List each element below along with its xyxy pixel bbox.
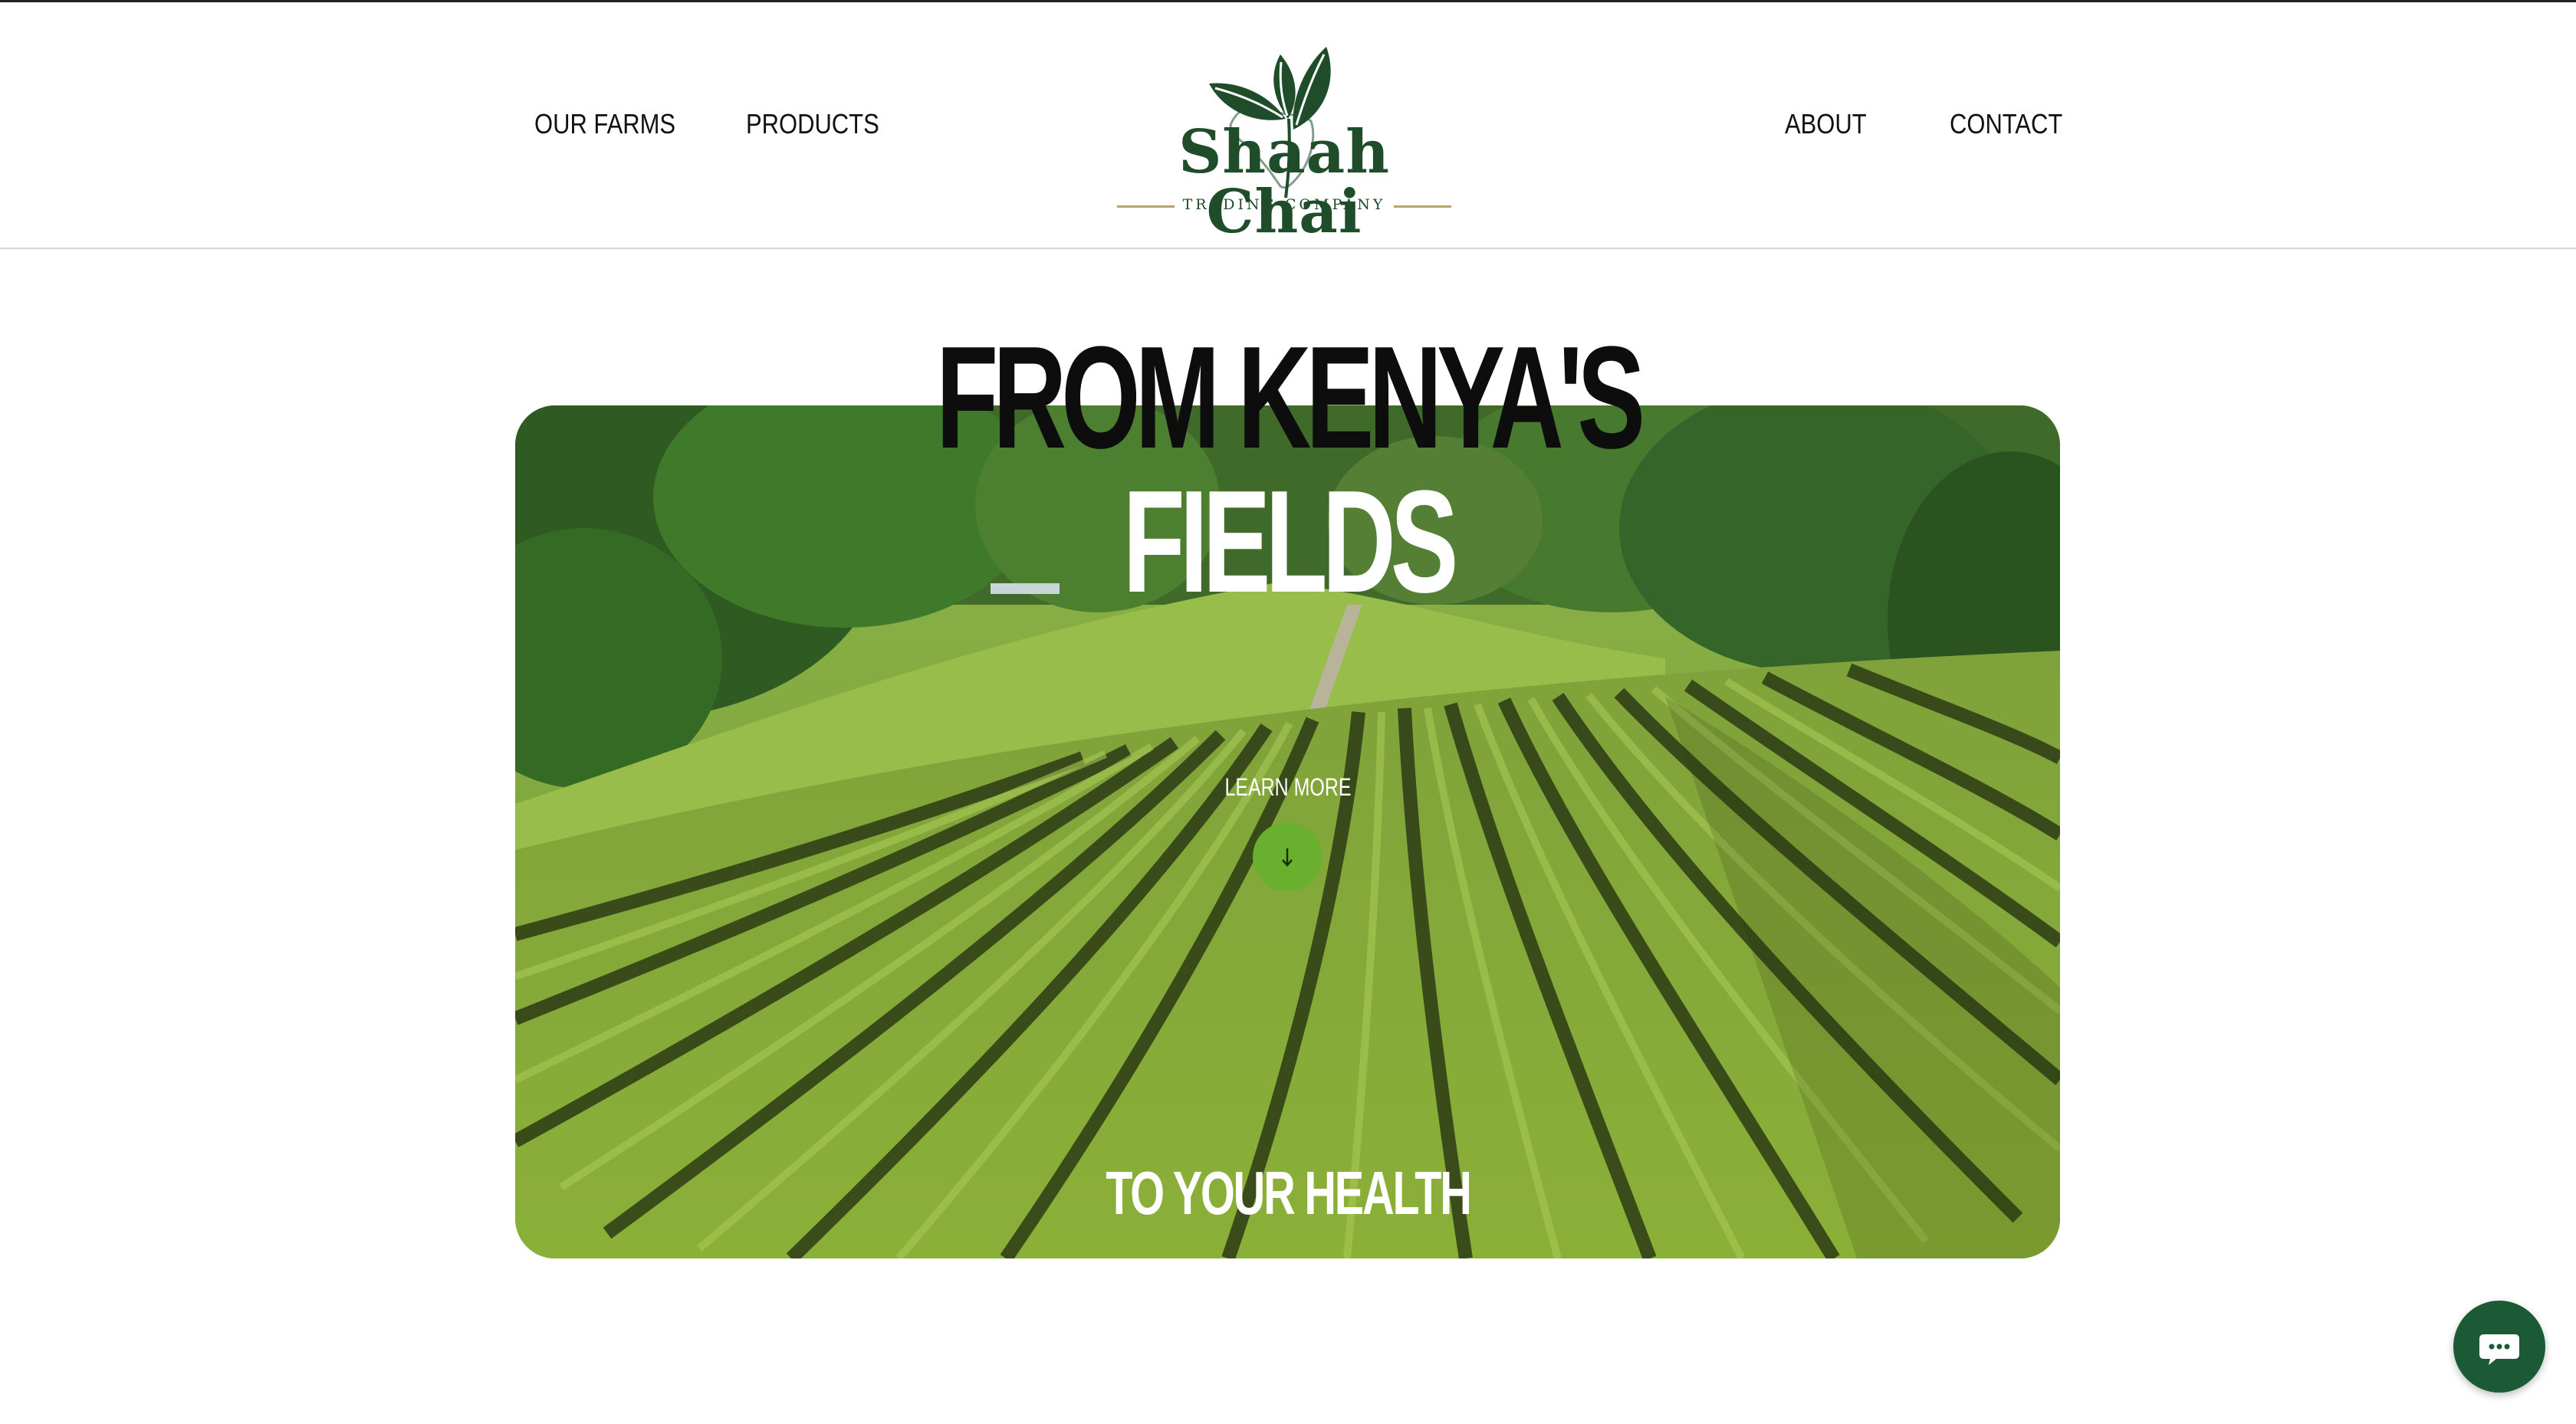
nav-contact[interactable]: CONTACT [1950, 108, 2062, 140]
hero-tagline: TO YOUR HEALTH [1106, 1159, 1472, 1227]
nav-products[interactable]: PRODUCTS [746, 108, 879, 140]
logo-divider-right [1394, 205, 1451, 208]
hero-headline-line2: FIELDS [1122, 461, 1459, 623]
brand-logo[interactable]: Shaah Chai TRADING COMPANY [1116, 33, 1453, 242]
chat-bubble-icon [2479, 1334, 2519, 1365]
logo-name: Shaah Chai [1178, 117, 1390, 247]
chat-button[interactable] [2453, 1301, 2545, 1393]
scroll-down-button[interactable] [1253, 822, 1322, 891]
nav-our-farms[interactable]: OUR FARMS [534, 108, 675, 140]
logo-subtitle: TRADING COMPANY [1182, 196, 1386, 213]
logo-subtitle-row: TRADING COMPANY [1116, 196, 1453, 219]
nav-about[interactable]: ABOUT [1785, 108, 1867, 140]
arrow-down-icon [1282, 848, 1293, 867]
hero-headline-line1: FROM KENYA'S [935, 317, 1645, 479]
site-header: OUR FARMS PRODUCTS Shaah Chai TRADING CO… [0, 2, 2576, 249]
learn-more-label: LEARN MORE [1224, 773, 1352, 801]
